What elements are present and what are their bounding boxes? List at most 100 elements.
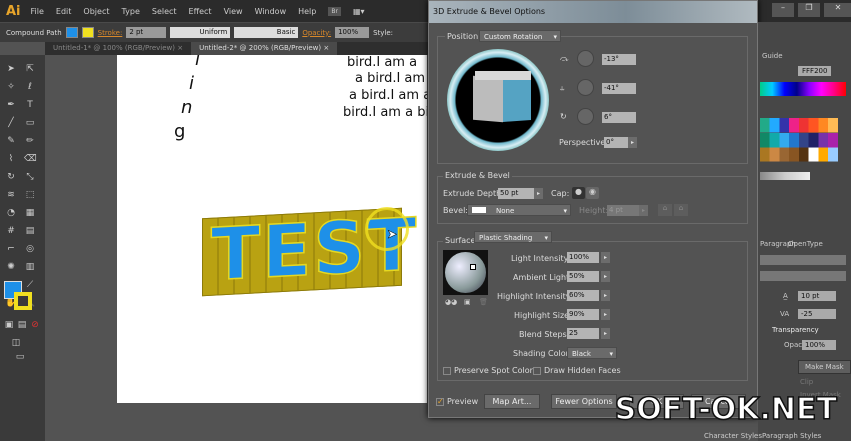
light-intensity-arrow[interactable]: ▸ xyxy=(601,252,610,263)
color-spectrum[interactable] xyxy=(760,82,846,96)
tab-untitled-1[interactable]: Untitled-1* @ 100% (RGB/Preview) × xyxy=(45,42,191,55)
ambient-light-field[interactable]: 50% xyxy=(567,271,599,282)
x-rotation-field[interactable]: -13° xyxy=(602,54,636,65)
extrude-depth-arrow[interactable]: ▸ xyxy=(534,188,543,199)
position-dropdown[interactable]: Custom Rotation ▾ xyxy=(479,30,561,42)
close-button[interactable]: ✕ xyxy=(824,3,851,17)
menu-edit[interactable]: Edit xyxy=(56,7,72,16)
shape-builder-icon[interactable]: ◔ xyxy=(5,207,17,219)
z-rotation-dial[interactable] xyxy=(577,108,594,125)
cap-off-button[interactable]: ◉ xyxy=(586,187,599,199)
none-mode-icon[interactable]: ⊘ xyxy=(29,319,41,331)
free-transform-icon[interactable]: ⬚ xyxy=(24,189,36,201)
dialog-title[interactable]: 3D Extrude & Bevel Options xyxy=(429,1,757,23)
menu-help[interactable]: Help xyxy=(298,7,316,16)
gradient-mode-icon[interactable]: ▤ xyxy=(16,319,28,331)
stroke-label[interactable]: Stroke: xyxy=(98,29,123,37)
lighting-sphere[interactable] xyxy=(443,250,488,295)
height-arrow[interactable]: ▸ xyxy=(639,205,648,216)
minimize-button[interactable]: – xyxy=(772,3,794,17)
y-rotation-dial[interactable] xyxy=(577,79,594,96)
graph-tool-icon[interactable]: ▥ xyxy=(24,261,36,273)
light-source-handle[interactable] xyxy=(470,264,476,270)
line-tool-icon[interactable]: ╱ xyxy=(5,117,17,129)
stroke-weight-field[interactable]: 2 pt xyxy=(126,27,167,38)
brush-dropdown[interactable]: Basic xyxy=(234,27,299,38)
menu-file[interactable]: File xyxy=(31,7,44,16)
draw-mode-icon[interactable]: ◫ xyxy=(10,337,22,349)
mesh-tool-icon[interactable]: # xyxy=(5,225,17,237)
perspective-slider-arrow[interactable]: ▸ xyxy=(628,137,637,148)
opacity-field[interactable]: 100% xyxy=(335,27,370,38)
delete-light-icon[interactable]: 🗑 xyxy=(479,298,488,306)
font-style-dropdown[interactable] xyxy=(760,271,846,281)
menu-type[interactable]: Type xyxy=(121,7,139,16)
panel-tab-opentype[interactable]: OpenType xyxy=(788,240,823,248)
panel-tab-character-styles[interactable]: Character Styles xyxy=(704,432,762,440)
arrange-documents-icon[interactable]: ▦▾ xyxy=(353,7,365,16)
highlight-intensity-field[interactable]: 60% xyxy=(567,290,599,301)
extrude-depth-field[interactable]: 50 pt xyxy=(498,188,534,199)
profile-dropdown[interactable]: Uniform xyxy=(170,27,231,38)
preserve-spot-colors-checkbox[interactable] xyxy=(443,367,451,375)
panel-tab-guide[interactable]: Guide xyxy=(762,52,783,60)
opacity-label[interactable]: Opacity: xyxy=(302,29,331,37)
preview-checkbox[interactable]: ✓ xyxy=(436,398,444,406)
warp-tool-icon[interactable]: ≋ xyxy=(5,189,17,201)
fill-swatch[interactable] xyxy=(65,27,78,38)
eraser-icon[interactable]: ⌫ xyxy=(24,153,37,165)
height-field[interactable]: 4 pt xyxy=(607,205,639,216)
clip-checkbox[interactable]: Clip xyxy=(800,378,813,386)
color-mode-icon[interactable]: ▣ xyxy=(3,319,15,331)
restore-button[interactable]: ❐ xyxy=(798,3,820,17)
menu-select[interactable]: Select xyxy=(152,7,177,16)
perspective-grid-icon[interactable]: ▦ xyxy=(24,207,36,219)
menu-effect[interactable]: Effect xyxy=(189,7,212,16)
draw-hidden-faces-checkbox[interactable] xyxy=(533,367,541,375)
menu-view[interactable]: View xyxy=(224,7,243,16)
bevel-in-icon[interactable]: ⌂ xyxy=(674,204,688,216)
bevel-out-icon[interactable]: ⌂ xyxy=(658,204,672,216)
tracking-field[interactable]: -25 xyxy=(798,309,836,319)
artboard[interactable]: l i n g bird.I am a a bird.I am a bird.I… xyxy=(117,55,427,403)
y-rotation-field[interactable]: -41° xyxy=(602,83,636,94)
light-intensity-field[interactable]: 100% xyxy=(567,252,599,263)
move-light-back-icon[interactable]: ◕◕ xyxy=(445,298,457,306)
gray-swatches[interactable] xyxy=(760,172,810,180)
gradient-tool-icon[interactable]: ▤ xyxy=(24,225,36,237)
shading-color-dropdown[interactable]: Black ▾ xyxy=(567,347,617,359)
screen-mode-icon[interactable]: ▭ xyxy=(14,351,26,363)
transparency-opacity-field[interactable]: 100% xyxy=(802,340,836,350)
leading-field[interactable]: 10 pt xyxy=(798,291,836,301)
menu-window[interactable]: Window xyxy=(255,7,287,16)
stroke-color-box[interactable] xyxy=(14,292,32,310)
highlight-size-arrow[interactable]: ▸ xyxy=(601,309,610,320)
eyedropper-icon[interactable]: ⌐ xyxy=(5,243,17,255)
type-tool-icon[interactable]: T xyxy=(24,99,36,111)
bevel-dropdown[interactable]: None ▾ xyxy=(467,204,571,216)
close-tab-icon[interactable]: × xyxy=(177,44,183,52)
slice-tool-icon[interactable]: ⟋ xyxy=(24,279,36,291)
blend-steps-field[interactable]: 25 xyxy=(567,328,599,339)
highlight-intensity-arrow[interactable]: ▸ xyxy=(601,290,610,301)
direct-selection-tool-icon[interactable]: ⇱ xyxy=(24,63,36,75)
swatches-grid[interactable] xyxy=(760,118,838,162)
blend-tool-icon[interactable]: ◎ xyxy=(24,243,36,255)
panel-tab-transparency[interactable]: Transparency xyxy=(772,326,819,334)
make-mask-button[interactable]: Make Mask xyxy=(798,360,851,374)
font-family-dropdown[interactable] xyxy=(760,255,846,265)
magic-wand-icon[interactable]: ✧ xyxy=(5,81,17,93)
blob-brush-icon[interactable]: ⌇ xyxy=(5,153,17,165)
map-art-button[interactable]: Map Art... xyxy=(484,394,540,409)
panel-tab-paragraph-styles[interactable]: Paragraph Styles xyxy=(762,432,821,440)
cap-on-button[interactable]: ● xyxy=(572,187,585,199)
pencil-tool-icon[interactable]: ✏ xyxy=(24,135,36,147)
surface-dropdown[interactable]: Plastic Shading ▾ xyxy=(474,231,552,243)
pen-tool-icon[interactable]: ✒ xyxy=(5,99,17,111)
perspective-field[interactable]: 0° xyxy=(604,137,628,148)
symbol-sprayer-icon[interactable]: ✺ xyxy=(5,261,17,273)
rectangle-tool-icon[interactable]: ▭ xyxy=(24,117,36,129)
tab-untitled-2[interactable]: Untitled-2* @ 200% (RGB/Preview) × xyxy=(191,42,338,55)
highlight-size-field[interactable]: 90% xyxy=(567,309,599,320)
brush-tool-icon[interactable]: ✎ xyxy=(5,135,17,147)
